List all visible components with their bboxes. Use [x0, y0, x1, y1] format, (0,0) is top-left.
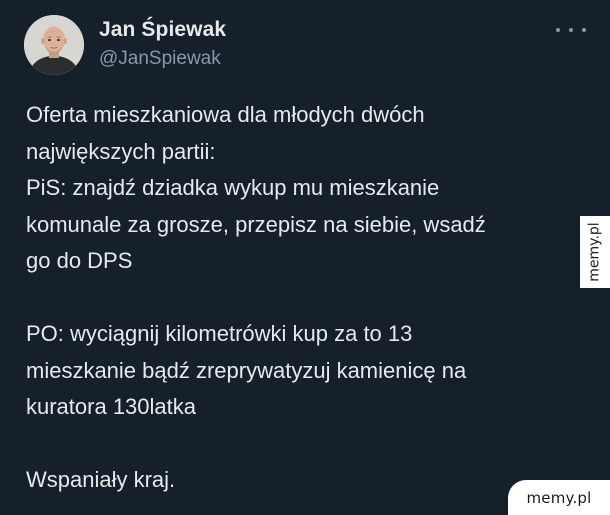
- tweet-text: Oferta mieszkaniowa dla młodych dwóch na…: [26, 97, 566, 499]
- tweet-paragraph: PO: wyciągnij kilometrówki kup za to 13 …: [26, 321, 467, 419]
- tweet-card: Jan Śpiewak @JanSpiewak Oferta mieszkani…: [0, 0, 610, 515]
- corner-watermark: memy.pl: [508, 480, 610, 515]
- author-handle[interactable]: @JanSpiewak: [99, 47, 226, 71]
- author-block: Jan Śpiewak @JanSpiewak: [99, 18, 226, 71]
- avatar[interactable]: [24, 15, 84, 75]
- author-display-name[interactable]: Jan Śpiewak: [99, 18, 226, 42]
- more-horizontal-icon: [582, 28, 586, 32]
- more-horizontal-icon: [556, 28, 560, 32]
- more-options-button[interactable]: [556, 18, 586, 42]
- tweet-paragraph: Oferta mieszkaniowa dla młodych dwóch na…: [26, 102, 486, 273]
- corner-watermark-text: memy.pl: [526, 488, 592, 507]
- side-watermark-text: memy.pl: [587, 222, 603, 282]
- more-horizontal-icon: [569, 28, 573, 32]
- tweet-paragraph: Wspaniały kraj.: [26, 467, 176, 492]
- profile-photo-icon: [24, 15, 84, 75]
- side-watermark: memy.pl: [580, 216, 610, 288]
